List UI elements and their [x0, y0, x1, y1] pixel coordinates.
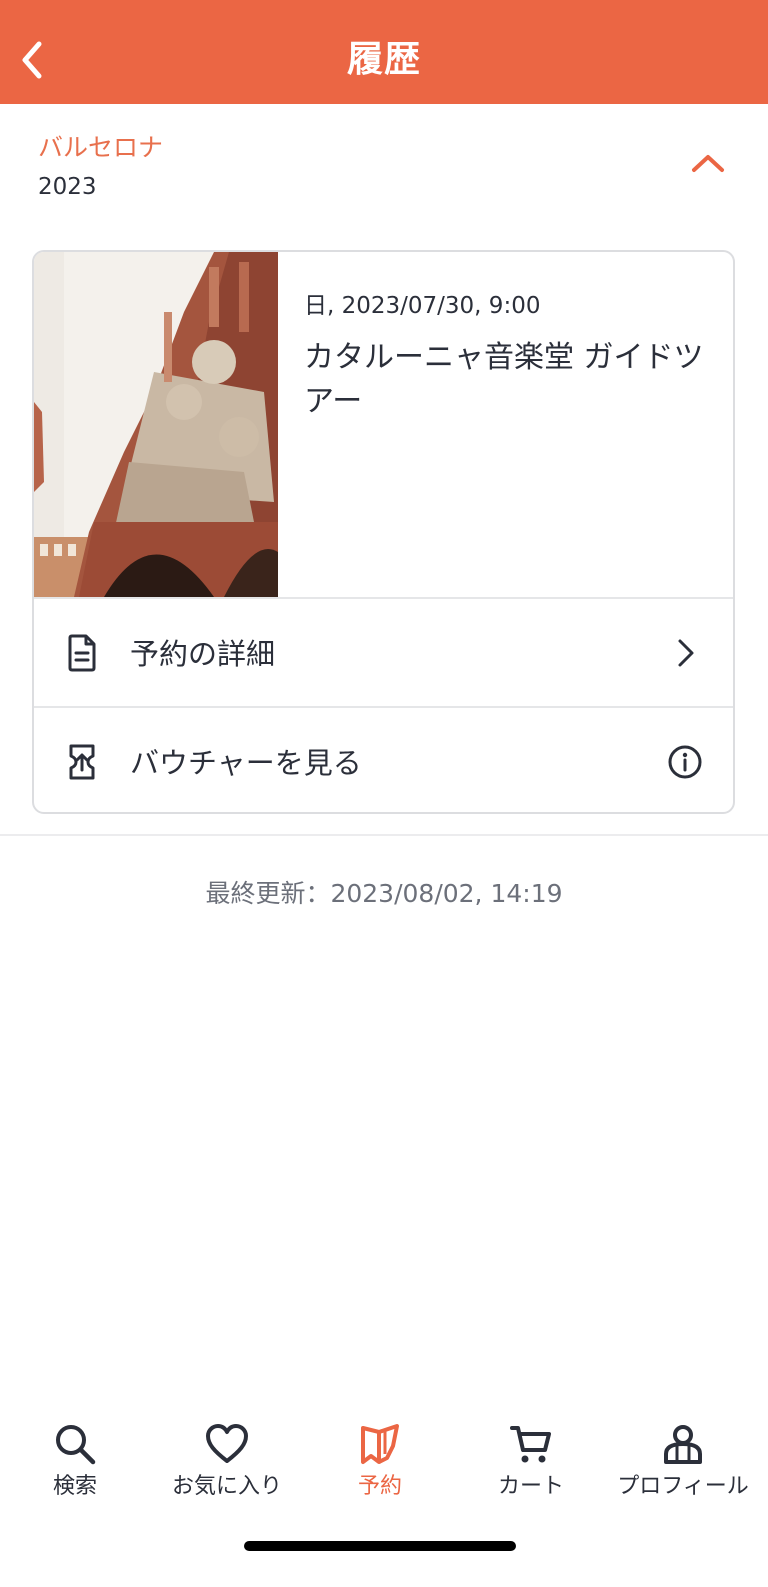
heart-icon — [206, 1424, 248, 1463]
tab-cart[interactable]: カート — [456, 1410, 606, 1510]
info-icon[interactable] — [667, 744, 703, 780]
cart-icon — [510, 1426, 551, 1463]
booking-details-label: 予約の詳細 — [130, 637, 276, 671]
search-icon — [56, 1425, 96, 1465]
home-indicator[interactable] — [244, 1541, 516, 1551]
booking-icon — [361, 1424, 399, 1464]
profile-icon — [664, 1425, 702, 1464]
tab-favorites[interactable]: お気に入り — [152, 1410, 302, 1510]
booking-card: 日, 2023/07/30, 9:00 カタルーニャ音楽堂 ガイドツアー 予約の… — [32, 250, 735, 814]
view-voucher-row[interactable]: バウチャーを見る — [34, 708, 733, 812]
chevron-right-icon — [667, 635, 703, 671]
booking-history-screen: 履歴 バルセロナ 2023 日, 2023/07/30, 9:00 カタルーニャ… — [0, 0, 768, 1587]
tab-search-label: 検索 — [52, 1474, 97, 1499]
tab-search[interactable]: 検索 — [0, 1410, 150, 1510]
tab-bar: 検索 お気に入り 予約 カート プロフィール — [0, 1410, 768, 1520]
document-icon — [66, 633, 98, 673]
tab-profile[interactable]: プロフィール — [608, 1410, 758, 1510]
booking-title: カタルーニャ音楽堂 ガイドツアー — [304, 340, 704, 419]
page-title: 履歴 — [346, 39, 421, 80]
year-label: 2023 — [38, 174, 97, 200]
tab-cart-label: カート — [497, 1474, 564, 1499]
booking-details-row[interactable]: 予約の詳細 — [34, 599, 733, 707]
booking-image[interactable] — [34, 252, 278, 597]
ticket-icon — [66, 742, 98, 782]
divider — [0, 834, 768, 836]
chevron-up-icon — [692, 155, 724, 172]
building-photo — [34, 252, 278, 597]
booking-date: 日, 2023/07/30, 9:00 — [304, 293, 541, 319]
tab-bookings[interactable]: 予約 — [305, 1410, 455, 1510]
view-voucher-label: バウチャーを見る — [130, 746, 362, 780]
tab-favorites-label: お気に入り — [171, 1474, 282, 1499]
collapse-button[interactable] — [690, 148, 726, 178]
last-updated: 最終更新：2023/08/02, 14:19 — [205, 879, 563, 908]
app-header: 履歴 — [0, 0, 768, 104]
tab-profile-label: プロフィール — [617, 1474, 749, 1499]
city-label: バルセロナ — [38, 133, 164, 162]
tab-bookings-label: 予約 — [357, 1474, 402, 1499]
